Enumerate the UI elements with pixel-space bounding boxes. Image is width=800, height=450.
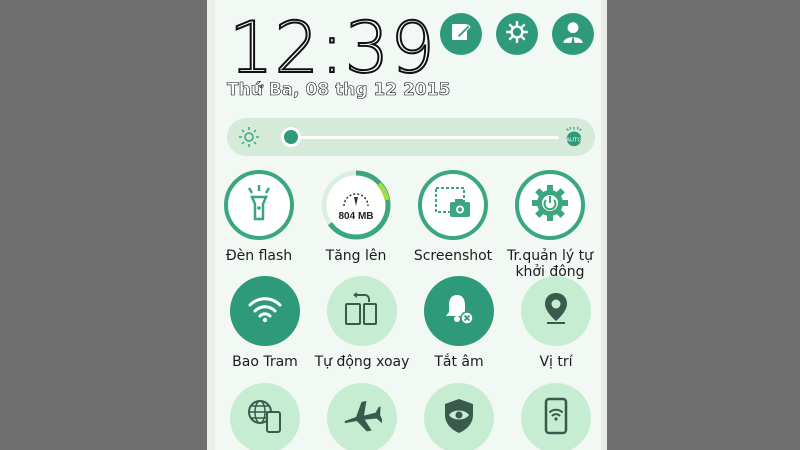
tile-mute[interactable]: Tắt âm (409, 276, 509, 370)
tile-label: Đèn flash (225, 248, 293, 264)
tile-label: Bao Tram (232, 354, 298, 370)
tile-globe-phone[interactable] (215, 383, 315, 450)
brightness-auto-icon[interactable]: AUTO (563, 126, 585, 153)
tile-phone-wifi[interactable] (506, 383, 606, 450)
edit-icon (449, 20, 473, 49)
tile-autorotate[interactable]: Tự động xoay (312, 276, 412, 370)
eye-shield-icon (441, 397, 477, 440)
quick-settings-panel: 12:39 Thứ Ba, 08 thg 12 2015 AUTO Đèn fl… (207, 0, 607, 450)
globe-phone-icon (246, 398, 284, 439)
phone-wifi-icon (541, 397, 571, 440)
tile-privacy-button[interactable] (424, 383, 494, 450)
tile-screenshot[interactable]: Screenshot (403, 170, 503, 264)
screenshot-icon (434, 186, 472, 225)
tile-label: Tắt âm (434, 354, 484, 370)
tile-label: Vị trí (539, 354, 573, 370)
tile-flashlight[interactable]: Đèn flash (209, 170, 309, 264)
left-backdrop (0, 0, 207, 450)
tile-location-button[interactable] (521, 276, 591, 346)
tile-mute-button[interactable] (424, 276, 494, 346)
tile-wifi-button[interactable] (230, 276, 300, 346)
tile-autostart-button[interactable] (515, 170, 585, 240)
gear-icon (504, 19, 530, 50)
rotate-icon (343, 291, 381, 332)
tile-phone-wifi-button[interactable] (521, 383, 591, 450)
user-button[interactable] (552, 13, 594, 55)
flashlight-icon (242, 183, 276, 228)
tile-location[interactable]: Vị trí (506, 276, 606, 370)
airplane-icon (342, 398, 384, 439)
brightness-low-icon (237, 125, 261, 154)
bell-mute-icon (442, 291, 476, 332)
tile-airplane-button[interactable] (327, 383, 397, 450)
memory-value: 804 MB (338, 211, 374, 222)
edit-button[interactable] (440, 13, 482, 55)
location-icon (542, 291, 570, 332)
tile-label: Tự động xoay (314, 354, 410, 370)
brightness-thumb[interactable] (281, 127, 302, 147)
wifi-icon (247, 295, 283, 328)
right-backdrop (607, 0, 800, 450)
tile-autorotate-button[interactable] (327, 276, 397, 346)
tile-wifi[interactable]: Bao Tram (215, 276, 315, 370)
clock-date: Thứ Ba, 08 thg 12 2015 (227, 80, 451, 101)
settings-button[interactable] (496, 13, 538, 55)
tile-label: Tăng lên (325, 248, 387, 264)
tile-flashlight-button[interactable] (224, 170, 294, 240)
tile-privacy[interactable] (409, 383, 509, 450)
tile-screenshot-button[interactable] (418, 170, 488, 240)
tile-boost[interactable]: 804 MB Tăng lên (306, 170, 406, 264)
tile-autostart[interactable]: Tr.quản lý tự khởi động (500, 170, 600, 280)
tile-airplane[interactable] (312, 383, 412, 450)
user-icon (560, 19, 586, 50)
tile-boost-button[interactable]: 804 MB (321, 170, 391, 240)
tile-globe-phone-button[interactable] (230, 383, 300, 450)
power-gear-icon (530, 183, 570, 228)
clock-time: 12:39 (228, 7, 436, 89)
brightness-slider[interactable]: AUTO (227, 118, 595, 156)
tile-label: Screenshot (413, 248, 493, 264)
brightness-track (283, 136, 559, 139)
gauge-icon: 804 MB (338, 188, 374, 222)
svg-text:AUTO: AUTO (566, 138, 582, 144)
